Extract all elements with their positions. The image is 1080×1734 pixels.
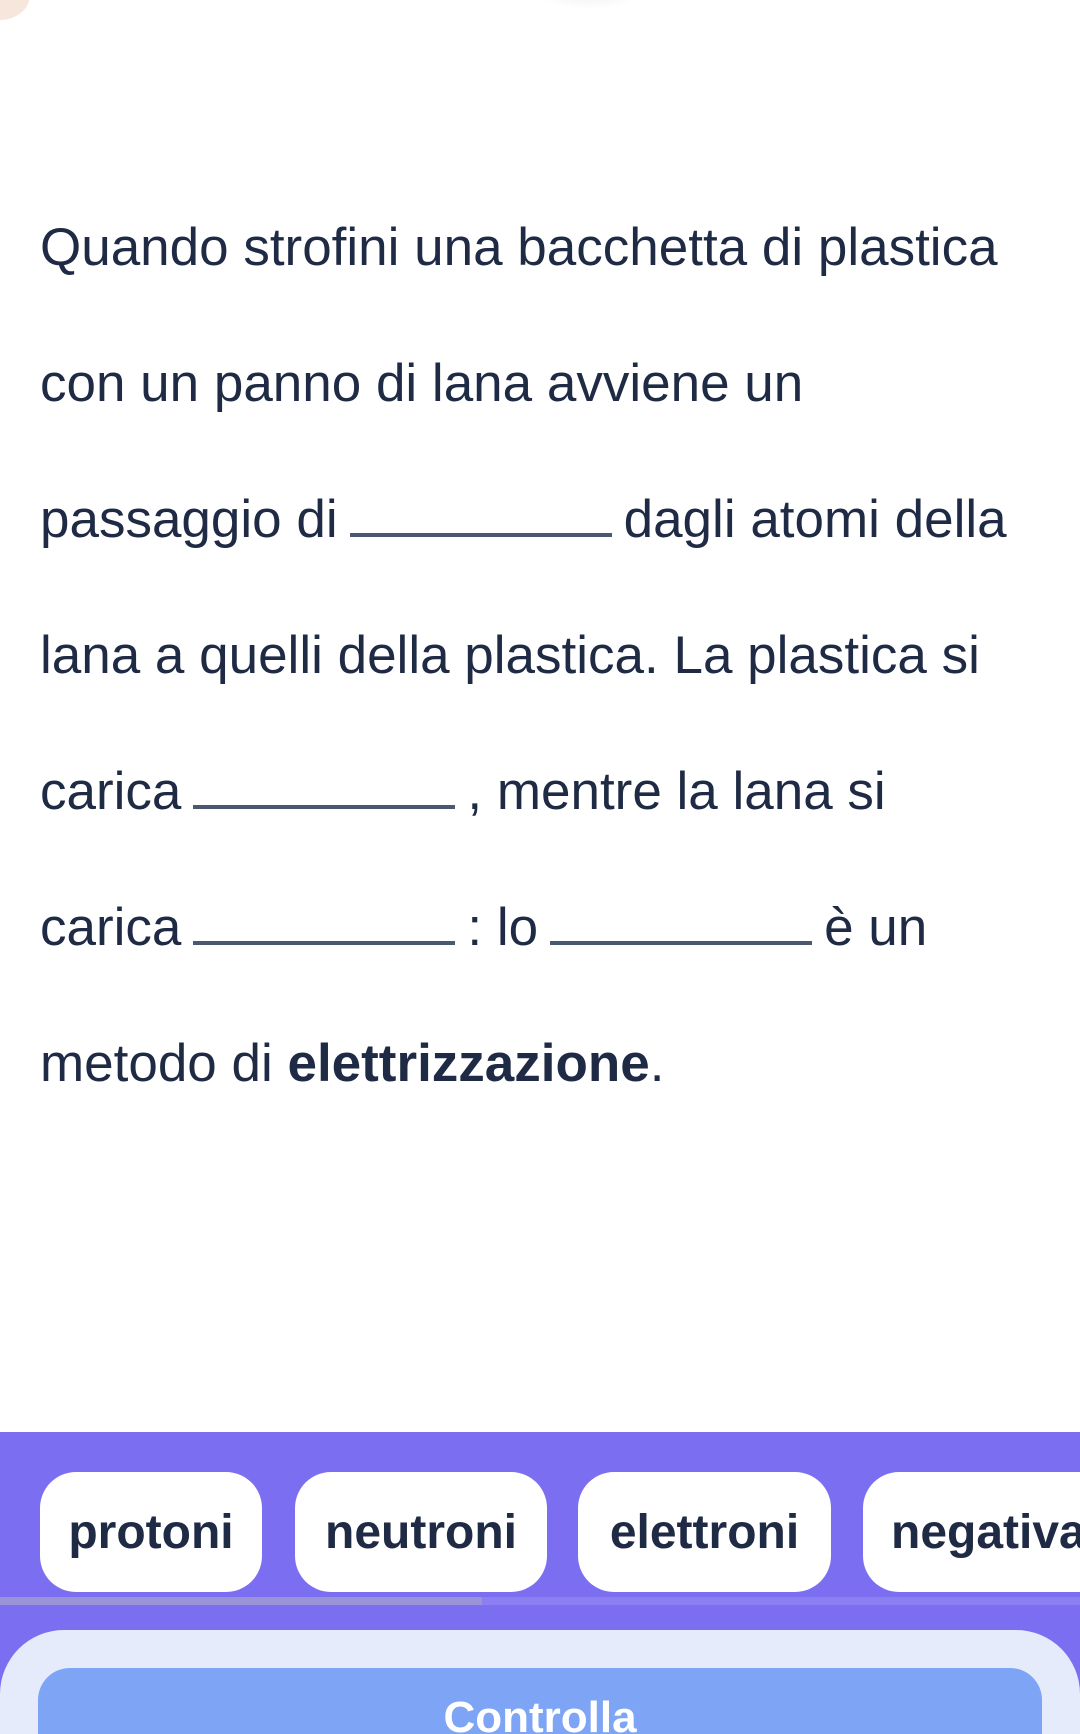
text-fragment: . xyxy=(649,1034,665,1093)
chip-neutroni[interactable]: neutroni xyxy=(295,1472,547,1592)
text-line-5: carica , mentre la lana si xyxy=(40,749,1050,885)
text-fragment: carica xyxy=(40,762,182,821)
text-fragment: con un panno di lana avviene un xyxy=(40,354,804,413)
decorative-shadow xyxy=(520,0,660,10)
text-fragment: passaggio di xyxy=(40,490,338,549)
text-line-4: lana a quelli della plastica. La plastic… xyxy=(40,613,1050,749)
text-fragment: , mentre la lana si xyxy=(467,762,886,821)
chip-protoni[interactable]: protoni xyxy=(40,1472,262,1592)
answer-blank-1[interactable] xyxy=(349,493,612,537)
text-fragment: è un xyxy=(824,898,928,957)
chip-negativa[interactable]: negativa xyxy=(863,1472,1080,1592)
text-line-2: con un panno di lana avviene un xyxy=(40,341,1050,477)
decorative-shape xyxy=(0,0,30,20)
chip-elettroni[interactable]: elettroni xyxy=(578,1472,831,1592)
text-line-6: carica : lo è un xyxy=(40,885,1050,1021)
answer-blank-3[interactable] xyxy=(193,901,456,945)
text-fragment: Quando strofini una bacchetta di plastic… xyxy=(40,218,998,277)
text-fragment: carica xyxy=(40,898,182,957)
text-fragment: metodo di xyxy=(40,1034,288,1093)
text-fragment: lana a quelli della plastica. La plastic… xyxy=(40,626,980,685)
horizontal-scrollbar[interactable] xyxy=(0,1597,1080,1605)
text-line-3: passaggio di dagli atomi della xyxy=(40,477,1050,613)
answer-blank-4[interactable] xyxy=(550,901,813,945)
exercise-screen: Quando strofini una bacchetta di plastic… xyxy=(0,0,1080,1734)
scrollbar-thumb[interactable] xyxy=(0,1597,482,1605)
bold-term: elettrizzazione xyxy=(287,1034,650,1093)
check-button[interactable]: Controlla xyxy=(38,1668,1042,1734)
bottom-action-sheet: Controlla xyxy=(0,1630,1080,1734)
answer-chips-row[interactable]: protoni neutroni elettroni negativa xyxy=(0,1472,1080,1594)
text-line-7: metodo di elettrizzazione. xyxy=(40,1021,1050,1157)
text-fragment: dagli atomi della xyxy=(623,490,1007,549)
fill-in-the-blank-text: Quando strofini una bacchetta di plastic… xyxy=(40,205,1050,1157)
text-line-1: Quando strofini una bacchetta di plastic… xyxy=(40,205,1050,341)
answer-blank-2[interactable] xyxy=(193,765,456,809)
text-fragment: : lo xyxy=(467,898,539,957)
